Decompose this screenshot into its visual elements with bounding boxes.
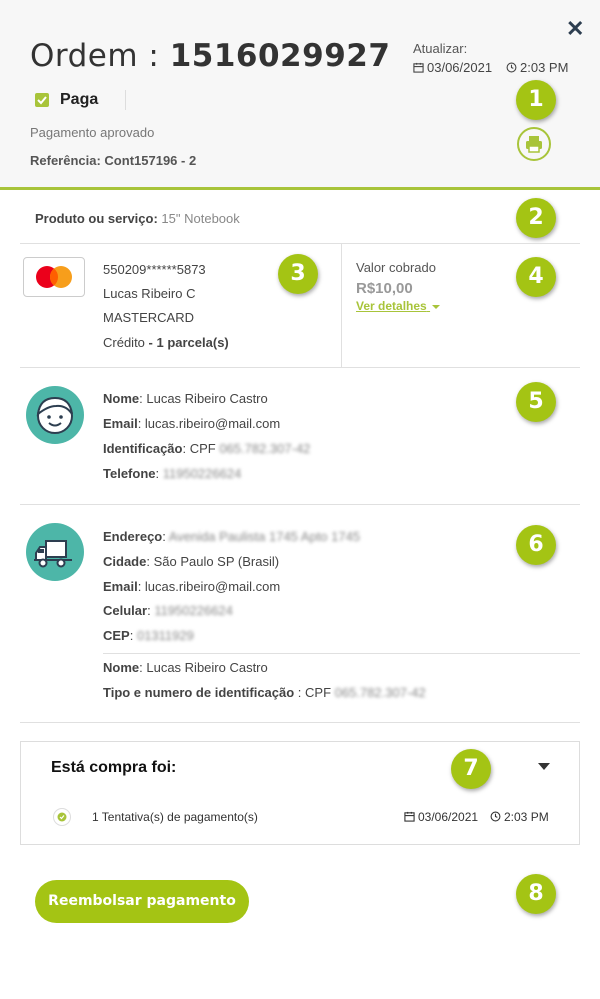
- divider: [341, 244, 342, 367]
- shipping-address: Endereço: Avenida Paulista 1745 Apto 174…: [103, 529, 361, 544]
- buyer-email-label: Email: [103, 416, 138, 431]
- status-badge: Paga: [60, 91, 99, 108]
- status-divider: [125, 90, 126, 110]
- step-badge-6: 6: [516, 525, 556, 565]
- card-holder: Lucas Ribeiro C: [103, 286, 196, 301]
- recipient-id: Tipo e numero de identificação : CPF 065…: [103, 685, 426, 700]
- order-number: 1516029927: [169, 38, 391, 74]
- charge-label: Valor cobrado: [356, 260, 436, 275]
- divider: [20, 722, 580, 723]
- recipient-id-label: Tipo e numero de identificação: [103, 685, 295, 700]
- shipping-email-label: Email: [103, 579, 138, 594]
- clock-icon: [490, 811, 501, 822]
- delivery-truck-icon: [26, 523, 84, 581]
- charge-amount: R$10,00: [356, 280, 413, 297]
- order-prefix: Ordem :: [30, 38, 170, 74]
- buyer-email: Email: lucas.ribeiro@mail.com: [103, 416, 281, 431]
- buyer-phone-label: Telefone: [103, 466, 156, 481]
- payment-attempts: 1 Tentativa(s) de pagamento(s): [92, 810, 258, 824]
- purchase-history-title: Está compra foi:: [51, 759, 177, 776]
- step-badge-7: 7: [451, 749, 491, 789]
- user-avatar-icon: [26, 386, 84, 444]
- step-badge-2: 2: [516, 198, 556, 238]
- buyer-id: Identificação: CPF 065.782.307-42: [103, 441, 311, 456]
- buyer-name: Nome: Lucas Ribeiro Castro: [103, 391, 268, 406]
- buyer-phone-value: 11950226624: [162, 466, 242, 481]
- view-details-link[interactable]: Ver detalhes: [356, 299, 441, 313]
- shipping-cell-label: Celular: [103, 603, 148, 618]
- attempt-time-value: 2:03 PM: [504, 810, 549, 824]
- update-time-value: 2:03 PM: [520, 60, 569, 75]
- view-details-label: Ver detalhes: [356, 299, 427, 313]
- attempt-date: 03/06/2021: [404, 810, 478, 824]
- buyer-id-value: 065.782.307-42: [219, 441, 311, 456]
- step-badge-4: 4: [516, 257, 556, 297]
- shipping-address-label: Endereço: [103, 529, 163, 544]
- refund-button[interactable]: Reembolsar pagamento: [35, 880, 249, 923]
- card-number: 550209******5873: [103, 262, 206, 277]
- update-label: Atualizar:: [413, 41, 468, 56]
- calendar-icon: [404, 811, 415, 822]
- card-type-value: Crédito: [103, 335, 145, 350]
- recipient-id-type: CPF: [305, 685, 332, 700]
- clock-icon: [506, 62, 517, 73]
- product-value: 15" Notebook: [161, 211, 240, 226]
- calendar-icon: [413, 62, 424, 73]
- buyer-id-label: Identificação: [103, 441, 183, 456]
- shipping-cell: Celular: 11950226624: [103, 603, 233, 618]
- product-info: Produto ou serviço: 15" Notebook: [35, 211, 240, 226]
- shipping-city: Cidade: São Paulo SP (Brasil): [103, 554, 280, 569]
- order-title: Ordem : 1516029927: [30, 38, 390, 74]
- step-badge-3: 3: [278, 254, 318, 294]
- divider: [20, 243, 580, 244]
- shipping-address-value: Avenida Paulista 1745 Apto 1745: [168, 529, 361, 544]
- buyer-name-label: Nome: [103, 391, 140, 406]
- shipping-cep-label: CEP: [103, 628, 130, 643]
- buyer-phone: Telefone: 11950226624: [103, 466, 242, 481]
- status-detail: Pagamento aprovado: [30, 125, 155, 140]
- check-icon: [35, 93, 49, 107]
- caret-down-icon: [432, 305, 441, 309]
- step-badge-8: 8: [516, 874, 556, 914]
- step-badge-1: 1: [516, 80, 556, 120]
- print-button[interactable]: [517, 127, 551, 161]
- card-brand: MASTERCARD: [103, 310, 195, 325]
- update-date-value: 03/06/2021: [427, 60, 493, 75]
- attempt-date-value: 03/06/2021: [418, 810, 479, 824]
- purchase-history-panel: [20, 741, 580, 845]
- recipient-name-value: Lucas Ribeiro Castro: [146, 660, 268, 675]
- shipping-city-label: Cidade: [103, 554, 147, 569]
- shipping-email: Email: lucas.ribeiro@mail.com: [103, 579, 281, 594]
- step-badge-5: 5: [516, 382, 556, 422]
- caret-down-icon[interactable]: [538, 763, 550, 770]
- buyer-id-type: CPF: [189, 441, 216, 456]
- check-icon: [53, 808, 71, 826]
- recipient-id-value: 065.782.307-42: [334, 685, 426, 700]
- close-icon[interactable]: ✕: [566, 18, 584, 40]
- attempt-time: 2:03 PM: [490, 810, 549, 824]
- recipient-name: Nome: Lucas Ribeiro Castro: [103, 660, 268, 675]
- shipping-cell-value: 11950226624: [154, 603, 233, 618]
- order-header: ✕ Ordem : 1516029927 Atualizar: 03/06/20…: [0, 0, 600, 190]
- buyer-name-value: Lucas Ribeiro Castro: [146, 391, 268, 406]
- reference: Referência: Cont157196 - 2: [30, 153, 197, 168]
- divider: [20, 367, 580, 368]
- card-installments: - 1 parcela(s): [148, 335, 229, 350]
- update-date: 03/06/2021: [413, 60, 492, 75]
- card-type: Crédito - 1 parcela(s): [103, 335, 229, 350]
- divider: [20, 504, 580, 505]
- buyer-email-value: lucas.ribeiro@mail.com: [144, 416, 281, 431]
- product-label: Produto ou serviço:: [35, 211, 158, 226]
- printer-icon: [526, 136, 542, 153]
- update-time: 2:03 PM: [506, 60, 568, 75]
- shipping-city-value: São Paulo SP (Brasil): [153, 554, 280, 569]
- mastercard-logo: [23, 257, 85, 297]
- recipient-name-label: Nome: [103, 660, 140, 675]
- divider: [103, 653, 580, 654]
- shipping-cep-value: 01311929: [136, 628, 194, 643]
- shipping-cep: CEP: 01311929: [103, 628, 194, 643]
- shipping-email-value: lucas.ribeiro@mail.com: [144, 579, 281, 594]
